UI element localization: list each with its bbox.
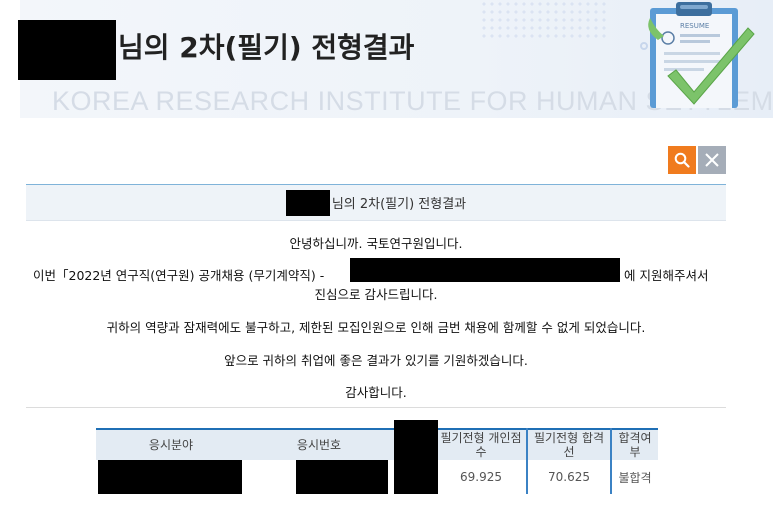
banner-dot-pattern <box>480 0 610 40</box>
application-line-suffix: 에 지원해주셔서 <box>624 268 709 283</box>
close-icon <box>705 153 719 167</box>
resume-check-icon: RESUME <box>648 2 755 108</box>
column-divider <box>610 428 612 494</box>
resume-label: RESUME <box>680 22 709 30</box>
redacted-column <box>394 420 438 494</box>
score-value: 69.925 <box>460 470 502 484</box>
wishes-text: 앞으로 귀하의 취업에 좋은 결과가 있기를 기원하겠습니다. <box>224 353 528 368</box>
header-cutoff-line2: 선 <box>563 445 575 459</box>
application-line-prefix: 이번「2022년 연구직(연구원) 공개채용 (무기계약직) - <box>33 268 325 283</box>
redacted-position <box>350 258 620 282</box>
page-title: 님의 2차(필기) 전형결과 <box>118 31 415 64</box>
search-icon <box>674 152 690 168</box>
search-button[interactable] <box>668 146 696 174</box>
closing-text: 감사합니다. <box>345 385 407 400</box>
thanks-line: 진심으로 감사드립니다. <box>314 287 438 302</box>
header-number: 응시번호 <box>246 428 392 460</box>
redacted-name <box>285 189 330 216</box>
pass-status: 불합격 <box>618 470 652 485</box>
header-pass-line2: 부 <box>629 445 641 459</box>
header-cutoff: 필기전형 합격 선 <box>528 428 610 460</box>
redacted-field <box>98 460 242 494</box>
rejection-text: 귀하의 역량과 잠재력에도 불구하고, 제한된 모집인원으로 인해 금번 채용에… <box>106 320 646 335</box>
result-panel: 님의 2차(필기) 전형결과 안녕하십니까. 국토연구원입니다. 이번「2022… <box>26 184 726 408</box>
redacted-number <box>296 460 388 494</box>
header-pass-line1: 합격여 <box>618 431 652 445</box>
cutoff-value: 70.625 <box>548 470 590 484</box>
greeting-text: 안녕하십니까. 국토연구원입니다. <box>289 236 463 251</box>
header-score-line2: 수 <box>475 445 487 459</box>
redacted-name <box>18 20 116 80</box>
header-cutoff-line1: 필기전형 합격 <box>533 431 605 445</box>
header-field: 응시분야 <box>96 428 246 460</box>
column-divider <box>526 428 528 494</box>
result-header: 님의 2차(필기) 전형결과 <box>26 185 726 221</box>
header-score-line1: 필기전형 개인점 <box>440 431 522 445</box>
header-score: 필기전형 개인점 수 <box>436 428 526 460</box>
header-pass: 합격여 부 <box>612 428 658 460</box>
result-header-title: 님의 2차(필기) 전형결과 <box>331 197 467 212</box>
close-button[interactable] <box>698 146 726 174</box>
page-banner: 님의 2차(필기) 전형결과 KOREA RESEARCH INSTITUTE … <box>0 0 773 118</box>
result-table: 응시분야 응시번호 필기전형 개인점 수 필기전형 합격 선 합격여 부 69.… <box>96 428 658 494</box>
